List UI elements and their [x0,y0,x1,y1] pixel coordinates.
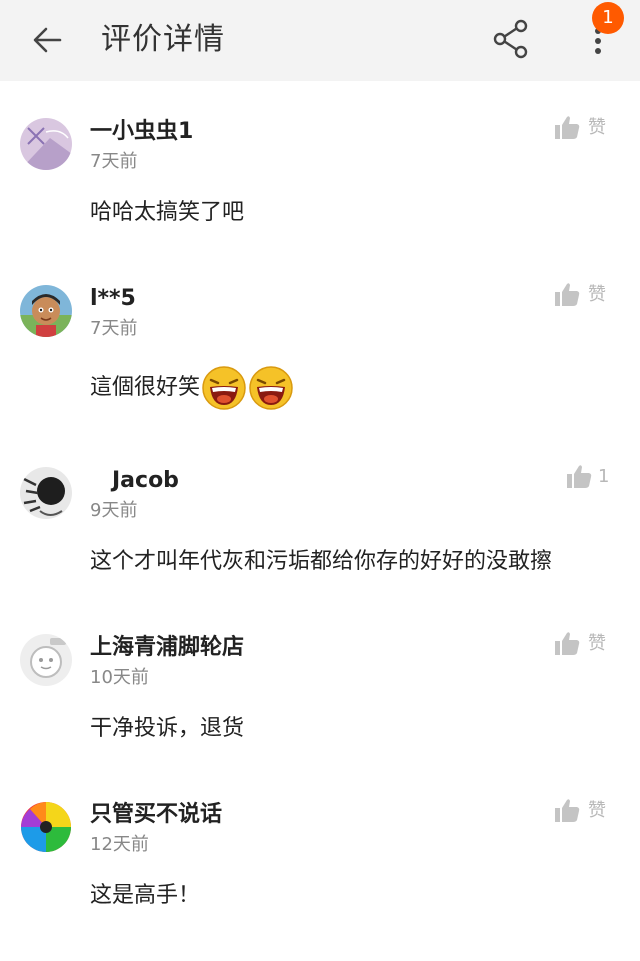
thumbs-up-icon [555,116,580,139]
share-button[interactable] [490,18,532,60]
comment-item: 一小虫虫1 7天前 哈哈太搞笑了吧 赞 [0,116,640,278]
thumbs-up-icon [555,283,580,306]
notification-badge: 1 [592,2,624,34]
comment-text: 這個很好笑 [90,375,201,400]
timestamp: 7天前 [90,318,138,339]
comment-item: 只管买不说话 12天前 这是高手！ 赞 [0,799,640,961]
like-label: 赞 [588,633,606,654]
back-button[interactable] [30,22,66,58]
avatar[interactable] [20,634,72,686]
comment-item: 上海青浦脚轮店 10天前 干净投诉，退货 赞 [0,632,640,794]
username: 一小虫虫1 [90,119,194,144]
avatar[interactable] [20,285,72,337]
arrow-left-icon [33,27,62,53]
share-icon [493,19,528,59]
thumbs-up-icon [555,799,580,822]
comment-item: Jacob 9天前 这个才叫年代灰和污垢都给你存的好好的没敢擦 1 [0,465,640,627]
thumbs-up-icon [567,465,592,488]
username: 上海青浦脚轮店 [90,635,245,660]
page-title: 评价详情 [101,22,225,57]
laughing-face-emoji [202,366,246,410]
like-count: 1 [598,466,610,487]
comment-text: 这个才叫年代灰和污垢都给你存的好好的没敢擦 [90,549,553,574]
comment-text: 这是高手！ [90,883,201,908]
avatar[interactable] [20,118,72,170]
username: l**5 [90,286,136,311]
thumbs-up-icon [555,632,580,655]
timestamp: 9天前 [90,500,138,521]
username: Jacob [112,468,179,493]
timestamp: 7天前 [90,151,138,172]
timestamp: 12天前 [90,834,149,855]
like-label: 赞 [588,117,606,138]
comment-item: l**5 7天前 這個很好笑 赞 [0,283,640,445]
laughing-face-emoji [249,366,293,410]
like-label: 赞 [588,800,606,821]
avatar[interactable] [20,801,72,853]
comment-text: 哈哈太搞笑了吧 [90,200,245,225]
avatar[interactable] [20,467,72,519]
username: 只管买不说话 [90,802,223,827]
like-label: 赞 [588,284,606,305]
comment-text-row: 這個很好笑 [90,365,294,411]
top-app-bar: 评价详情 1 [0,0,640,81]
timestamp: 10天前 [90,667,149,688]
comment-text: 干净投诉，退货 [90,716,245,741]
